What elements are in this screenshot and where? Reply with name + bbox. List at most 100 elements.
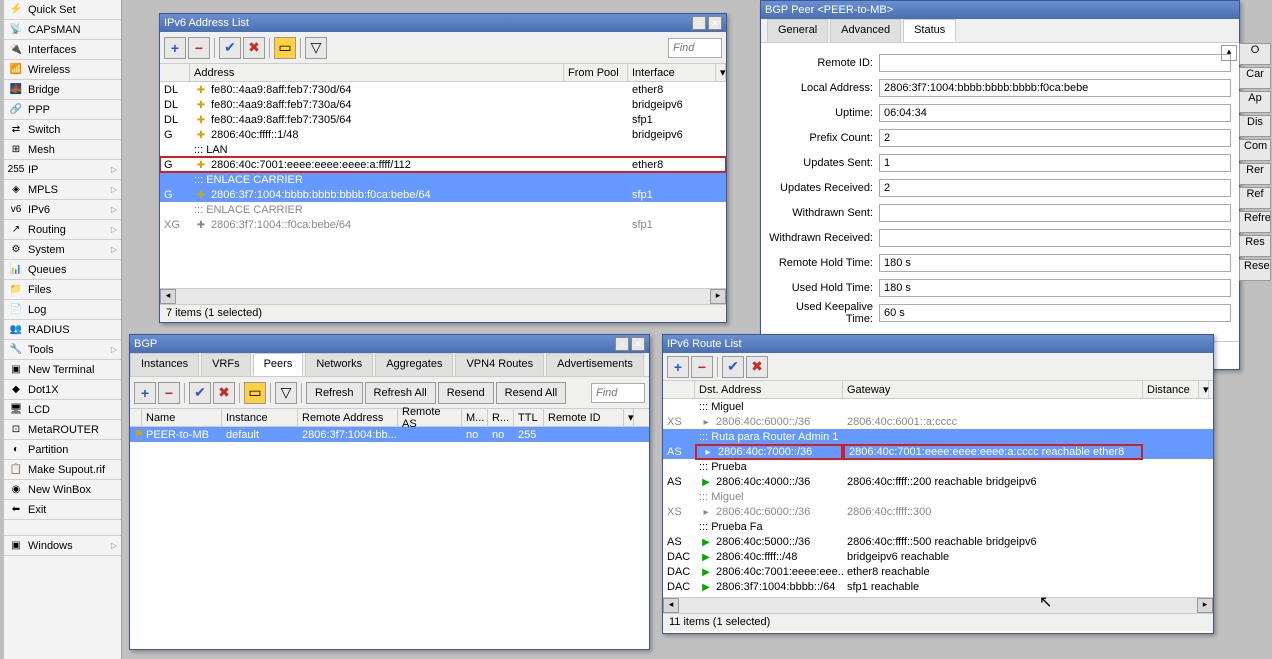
- sidebar-item-mpls[interactable]: ◈MPLS▷: [4, 180, 121, 200]
- field-value[interactable]: 1: [879, 154, 1231, 172]
- sidebar-item-metarouter[interactable]: ⊡MetaROUTER: [4, 420, 121, 440]
- find-input[interactable]: [668, 38, 722, 58]
- col-interface[interactable]: Interface: [628, 64, 716, 81]
- add-btn[interactable]: +: [667, 356, 689, 378]
- filter-btn[interactable]: ▽: [275, 382, 297, 404]
- tab-networks[interactable]: Networks: [305, 353, 373, 376]
- col-gateway[interactable]: Gateway: [843, 381, 1143, 398]
- address-row[interactable]: G✚ 2806:40c:7001:eeee:eeee:eeee:a:ffff/1…: [160, 157, 726, 172]
- tab-general[interactable]: General: [767, 19, 828, 42]
- disable-btn[interactable]: ✖: [746, 356, 768, 378]
- side-btn-car[interactable]: Car: [1239, 67, 1271, 89]
- add-btn[interactable]: +: [164, 37, 186, 59]
- resend-btn[interactable]: Resend: [438, 382, 494, 404]
- close-btn[interactable]: ✕: [708, 16, 722, 30]
- col-dst[interactable]: Dst. Address: [695, 381, 843, 398]
- tab-advanced[interactable]: Advanced: [830, 19, 901, 42]
- resend-all-btn[interactable]: Resend All: [496, 382, 567, 404]
- route-row[interactable]: AS▶ 2806:40c:4000::/362806:40c:ffff::200…: [663, 474, 1213, 489]
- sidebar-windows[interactable]: ▣ Windows ▷: [4, 536, 121, 556]
- tab-status[interactable]: Status: [903, 19, 956, 42]
- route-row[interactable]: AS▶ 2806:40c:5000::/362806:40c:ffff::500…: [663, 534, 1213, 549]
- col-name[interactable]: Name: [142, 409, 222, 426]
- enable-btn[interactable]: ✔: [189, 382, 211, 404]
- comment-row[interactable]: ::: Prueba Fa: [663, 519, 1213, 534]
- hscrollbar[interactable]: ◂ ▸: [160, 288, 726, 304]
- sidebar-item-routing[interactable]: ↗Routing▷: [4, 220, 121, 240]
- route-row[interactable]: AS▸ 2806:40c:7000::/362806:40c:7001:eeee…: [663, 444, 1213, 459]
- route-row[interactable]: DAC▶ 2806:3f7:1004:bbbb::/64sfp1 reachab…: [663, 579, 1213, 594]
- disable-btn[interactable]: ✖: [213, 382, 235, 404]
- col-dropdown[interactable]: ▾: [716, 64, 726, 81]
- col-distance[interactable]: Distance: [1143, 381, 1199, 398]
- col-address[interactable]: Address: [190, 64, 564, 81]
- address-row[interactable]: G✚ 2806:3f7:1004:bbbb:bbbb:bbbb:f0ca:beb…: [160, 187, 726, 202]
- tab-vpn4 routes[interactable]: VPN4 Routes: [455, 353, 544, 376]
- side-btn-refre[interactable]: Refre: [1239, 211, 1271, 233]
- side-btn-ref[interactable]: Ref: [1239, 187, 1271, 209]
- route-row[interactable]: XS▸ 2806:40c:6000::/362806:40c:6001::a:c…: [663, 414, 1213, 429]
- enable-btn[interactable]: ✔: [219, 37, 241, 59]
- comment-row[interactable]: ::: ENLACE CARRIER: [160, 172, 726, 187]
- field-value[interactable]: [879, 54, 1231, 72]
- field-value[interactable]: 2: [879, 179, 1231, 197]
- side-btn-ap[interactable]: Ap: [1239, 91, 1271, 113]
- comment-row[interactable]: ::: LAN: [160, 142, 726, 157]
- field-value[interactable]: 06:04:34: [879, 104, 1231, 122]
- field-value[interactable]: [879, 229, 1231, 247]
- refresh-btn[interactable]: Refresh: [306, 382, 363, 404]
- comment-btn[interactable]: ▭: [244, 382, 266, 404]
- sidebar-item-capsman[interactable]: 📡CAPsMAN: [4, 20, 121, 40]
- col-remote-as[interactable]: Remote AS: [398, 409, 462, 426]
- field-value[interactable]: [879, 204, 1231, 222]
- sidebar-item-make-supout.rif[interactable]: 📋Make Supout.rif: [4, 460, 121, 480]
- comment-row[interactable]: ::: Miguel: [663, 399, 1213, 414]
- sidebar-item-radius[interactable]: 👥RADIUS: [4, 320, 121, 340]
- sidebar-item-exit[interactable]: ⬅Exit: [4, 500, 121, 520]
- comment-row[interactable]: ::: Prueba: [663, 459, 1213, 474]
- route-table[interactable]: ::: MiguelXS▸ 2806:40c:6000::/362806:40c…: [663, 399, 1213, 597]
- sidebar-item-dot1x[interactable]: ◆Dot1X: [4, 380, 121, 400]
- sidebar-item-log[interactable]: 📄Log: [4, 300, 121, 320]
- side-btn-rese[interactable]: Rese: [1239, 259, 1271, 281]
- sidebar-item-files[interactable]: 📁Files: [4, 280, 121, 300]
- sidebar-item-new-terminal[interactable]: ▣New Terminal: [4, 360, 121, 380]
- scroll-left[interactable]: ◂: [160, 289, 176, 304]
- side-btn-o[interactable]: O: [1239, 43, 1271, 65]
- col-remote-id[interactable]: Remote ID: [544, 409, 624, 426]
- col-ttl[interactable]: TTL: [514, 409, 544, 426]
- scroll-right[interactable]: ▸: [1197, 598, 1213, 613]
- col-from-pool[interactable]: From Pool: [564, 64, 628, 81]
- tab-peers[interactable]: Peers: [253, 353, 304, 376]
- col-dropdown[interactable]: ▾: [1199, 381, 1209, 398]
- minimize-btn[interactable]: ▫: [692, 16, 706, 30]
- field-value[interactable]: 60 s: [879, 304, 1231, 322]
- sidebar-item-partition[interactable]: ◐Partition: [4, 440, 121, 460]
- side-btn-dis[interactable]: Dis: [1239, 115, 1271, 137]
- tab-vrfs[interactable]: VRFs: [201, 353, 251, 376]
- comment-row[interactable]: ::: Ruta para Router Admin 1: [663, 429, 1213, 444]
- window-title[interactable]: IPv6 Route List: [663, 335, 1213, 353]
- bgp-peers-table[interactable]: ⚑PEER-to-MBdefault2806:3f7:1004:bb...non…: [130, 427, 649, 645]
- comment-row[interactable]: ::: Miguel: [663, 489, 1213, 504]
- col-r[interactable]: R...: [488, 409, 514, 426]
- enable-btn[interactable]: ✔: [722, 356, 744, 378]
- sidebar-item-tools[interactable]: 🔧Tools▷: [4, 340, 121, 360]
- window-title[interactable]: BGP ▫ ✕: [130, 335, 649, 353]
- route-row[interactable]: XS▸ 2806:40c:6000::/362806:40c:ffff::300: [663, 504, 1213, 519]
- field-value[interactable]: 2806:3f7:1004:bbbb:bbbb:bbbb:f0ca:bebe: [879, 79, 1231, 97]
- scroll-right[interactable]: ▸: [710, 289, 726, 304]
- sidebar-item-mesh[interactable]: ⊞Mesh: [4, 140, 121, 160]
- side-btn-res[interactable]: Res: [1239, 235, 1271, 257]
- sidebar-item-new-winbox[interactable]: ◉New WinBox: [4, 480, 121, 500]
- sidebar-item-ipv6[interactable]: v6IPv6▷: [4, 200, 121, 220]
- remove-btn[interactable]: −: [188, 37, 210, 59]
- scroll-left[interactable]: ◂: [663, 598, 679, 613]
- minimize-btn[interactable]: ▫: [615, 337, 629, 351]
- address-row[interactable]: DL✚ fe80::4aa9:8aff:feb7:7305/64sfp1: [160, 112, 726, 127]
- peer-row[interactable]: ⚑PEER-to-MBdefault2806:3f7:1004:bb...non…: [130, 427, 649, 442]
- sidebar-item-system[interactable]: ⚙System▷: [4, 240, 121, 260]
- sidebar-item-ppp[interactable]: 🔗PPP: [4, 100, 121, 120]
- address-row[interactable]: G✚ 2806:40c:ffff::1/48bridgeipv6: [160, 127, 726, 142]
- add-btn[interactable]: +: [134, 382, 156, 404]
